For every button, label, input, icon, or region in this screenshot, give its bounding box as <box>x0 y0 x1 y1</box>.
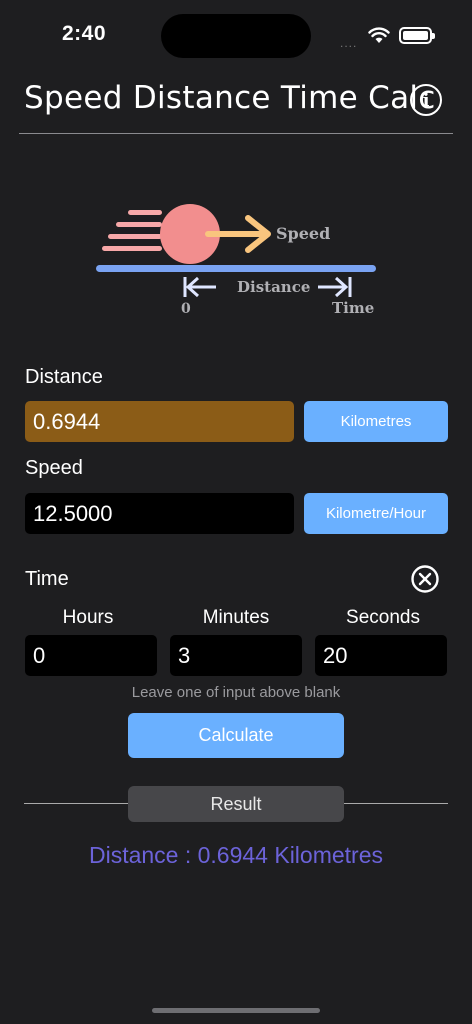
speed-label: Speed <box>276 224 330 243</box>
hours-input[interactable]: 0 <box>25 635 157 676</box>
wifi-icon <box>368 27 390 43</box>
info-glyph: i <box>422 89 430 111</box>
battery-icon <box>399 27 435 44</box>
zero-label: 0 <box>181 301 191 317</box>
speed-line-icon <box>102 246 162 251</box>
speed-label-text: Speed <box>25 457 83 479</box>
result-divider-left <box>24 803 128 804</box>
distance-label: Distance <box>237 278 310 296</box>
result-tag: Result <box>128 786 344 822</box>
speed-line-icon <box>128 210 162 215</box>
minutes-input[interactable]: 3 <box>170 635 302 676</box>
seconds-input[interactable]: 20 <box>315 635 447 676</box>
distance-unit-button[interactable]: Kilometres <box>304 401 448 442</box>
home-indicator[interactable] <box>152 1008 320 1013</box>
info-icon[interactable]: i <box>410 84 442 116</box>
clear-circle-icon[interactable] <box>410 564 440 594</box>
time-label-illustration: Time <box>332 299 374 317</box>
speed-input[interactable]: 12.5000 <box>25 493 294 534</box>
status-time: 2:40 <box>62 22 107 45</box>
calculate-button[interactable]: Calculate <box>128 713 344 758</box>
result-divider-right <box>344 803 448 804</box>
time-label-text: Time <box>25 568 69 590</box>
speed-unit-button[interactable]: Kilometre/Hour <box>304 493 448 534</box>
minutes-label: Minutes <box>202 607 270 628</box>
distance-label-text: Distance <box>25 366 103 388</box>
distance-input[interactable]: 0.6944 <box>25 401 294 442</box>
seconds-label: Seconds <box>346 607 420 628</box>
page-title: Speed Distance Time Calc <box>24 80 436 116</box>
speed-distance-illustration: Speed Distance 0 Time <box>96 204 376 317</box>
dynamic-island <box>161 14 311 58</box>
header-divider <box>19 133 453 134</box>
cellular-signal-icon: .... <box>340 36 358 50</box>
speed-line-icon <box>116 222 162 227</box>
ground-line <box>96 265 376 272</box>
hint-text: Leave one of input above blank <box>131 684 341 701</box>
result-text: Distance : 0.6944 Kilometres <box>88 842 384 868</box>
speed-line-icon <box>108 234 162 239</box>
hours-label: Hours <box>62 607 114 628</box>
